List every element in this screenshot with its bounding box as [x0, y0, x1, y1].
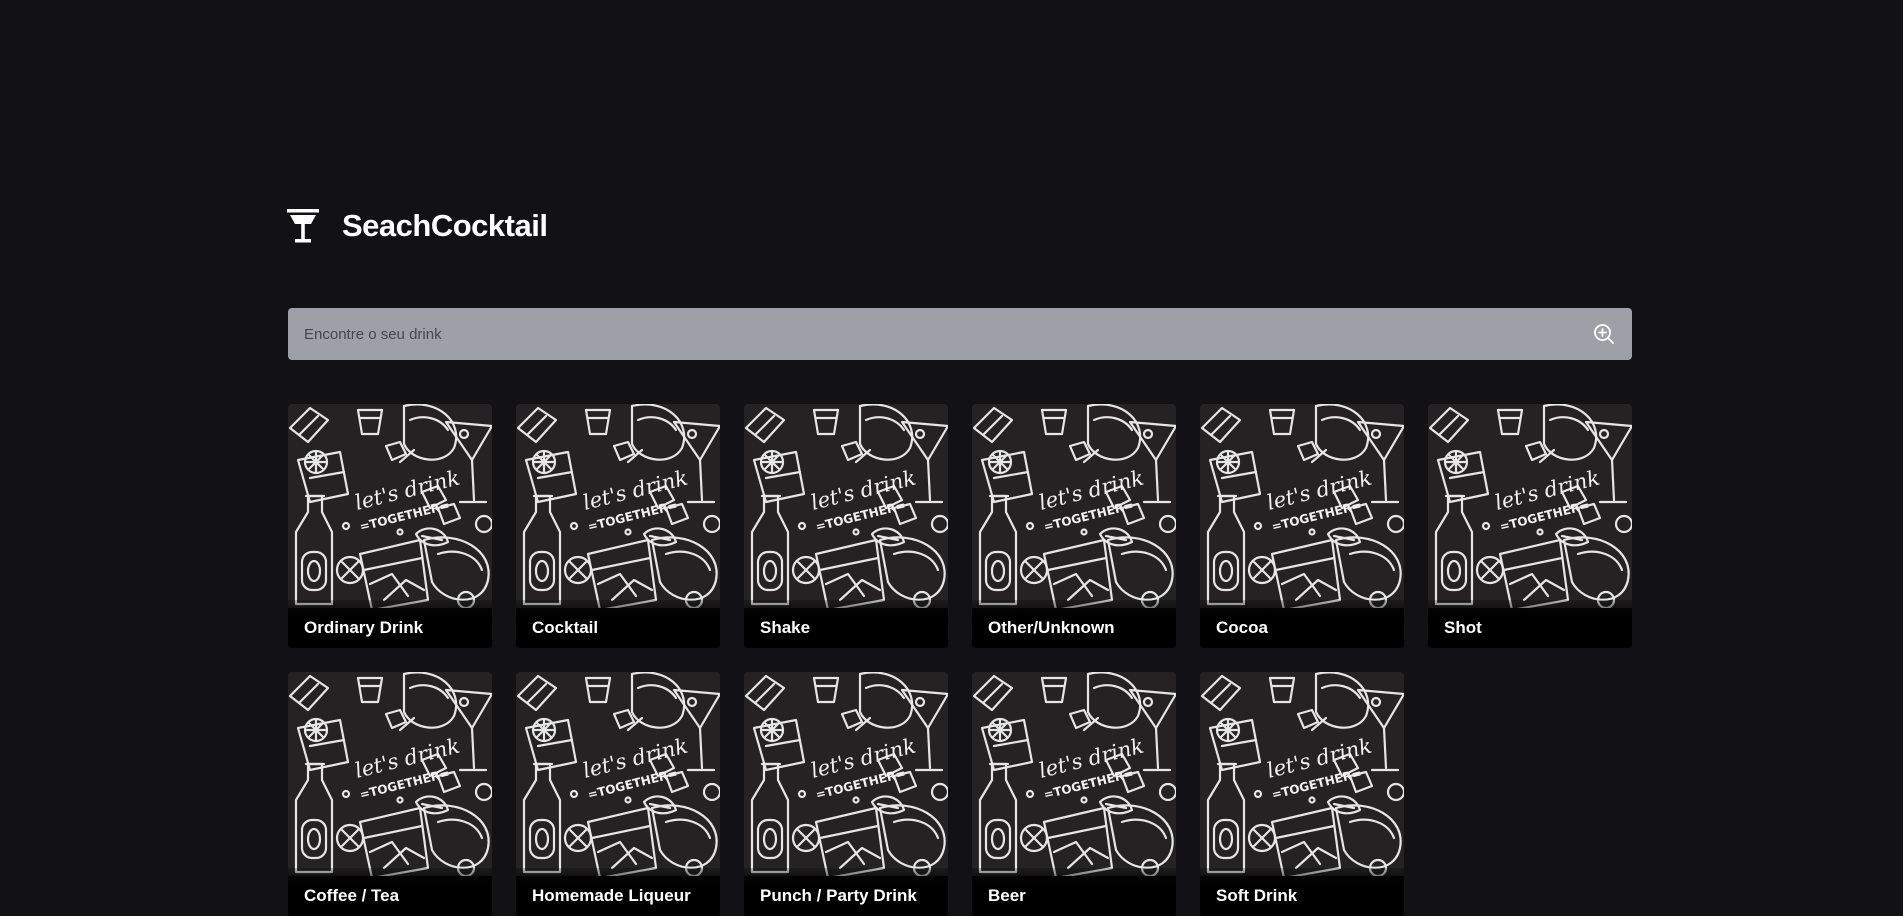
category-label: Shot	[1444, 618, 1482, 637]
category-grid: Ordinary Drink Cocktail Shake Other/Unkn…	[288, 404, 1632, 916]
category-label: Homemade Liqueur	[532, 886, 691, 905]
category-card-shake[interactable]: Shake	[744, 404, 948, 648]
category-card-other-unknown[interactable]: Other/Unknown	[972, 404, 1176, 648]
category-card-shot[interactable]: Shot	[1428, 404, 1632, 648]
category-label: Beer	[988, 886, 1026, 905]
card-image	[744, 672, 948, 876]
category-label: Other/Unknown	[988, 618, 1115, 637]
category-card-coffee-tea[interactable]: Coffee / Tea	[288, 672, 492, 916]
category-card-homemade-liqueur[interactable]: Homemade Liqueur	[516, 672, 720, 916]
card-image	[1200, 404, 1404, 608]
cocktail-glass-icon	[287, 209, 319, 243]
card-image	[288, 404, 492, 608]
zoom-in-search-icon	[1594, 324, 1614, 344]
category-card-ordinary-drink[interactable]: Ordinary Drink	[288, 404, 492, 648]
search-bar	[288, 308, 1632, 360]
card-image	[1200, 672, 1404, 876]
category-card-cocoa[interactable]: Cocoa	[1200, 404, 1404, 648]
app-title: SeachCocktail	[342, 208, 548, 243]
category-label: Shake	[760, 618, 811, 637]
category-label: Coffee / Tea	[304, 886, 400, 905]
category-label: Soft Drink	[1216, 886, 1298, 905]
category-card-soft-drink[interactable]: Soft Drink	[1200, 672, 1404, 916]
category-label: Ordinary Drink	[304, 618, 424, 637]
header: SeachCocktail	[287, 208, 548, 244]
category-card-punch-party-drink[interactable]: Punch / Party Drink	[744, 672, 948, 916]
category-label: Punch / Party Drink	[760, 886, 917, 905]
category-label: Cocoa	[1216, 618, 1268, 637]
card-image	[516, 404, 720, 608]
search-button[interactable]	[1592, 322, 1616, 346]
card-image	[744, 404, 948, 608]
category-label: Cocktail	[532, 618, 599, 637]
category-card-cocktail[interactable]: Cocktail	[516, 404, 720, 648]
card-image	[288, 672, 492, 876]
card-image	[1428, 404, 1632, 608]
page: SeachCocktail Ordinary Drink Cocktail Sh…	[0, 0, 1903, 916]
category-card-beer[interactable]: Beer	[972, 672, 1176, 916]
card-image	[972, 404, 1176, 608]
card-image	[972, 672, 1176, 876]
card-image	[516, 672, 720, 876]
search-input[interactable]	[288, 308, 1578, 360]
